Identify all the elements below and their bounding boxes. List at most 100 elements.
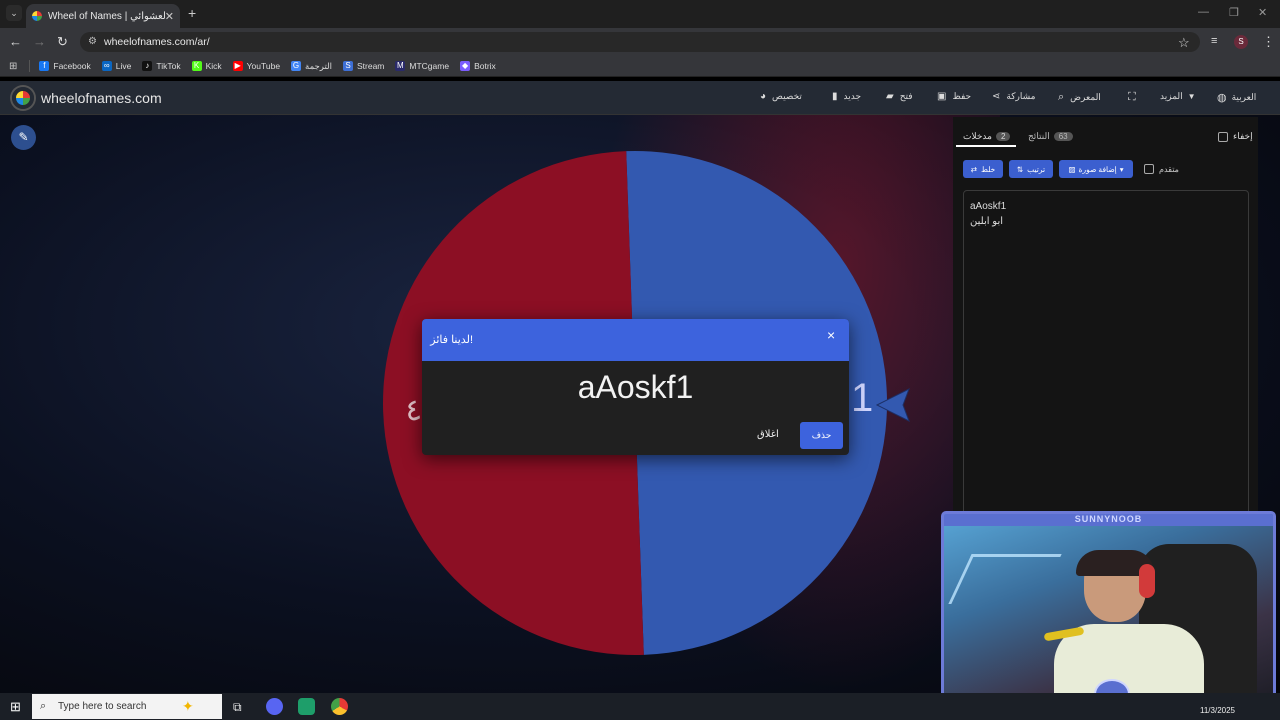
entry-line: ابو ابلين (970, 216, 1004, 227)
bookmark-favicon-icon: f (39, 61, 50, 71)
tab-results[interactable]: النتائج 63 (1028, 131, 1073, 142)
url-text: wheelofnames.com/ar/ (104, 36, 210, 48)
bookmark-item[interactable]: G الترجمة (291, 61, 332, 72)
dialog-close-icon[interactable]: × (827, 327, 835, 343)
webcam-banner: SUNNYNOOB (944, 514, 1273, 526)
hide-checkbox[interactable] (1218, 131, 1228, 142)
bookmark-label: MTCgame (409, 61, 450, 71)
bookmark-favicon-icon: K (191, 61, 202, 71)
results-count-badge: 63 (1053, 132, 1073, 141)
tab-title: Wheel of Names | سم العشوائي (48, 10, 165, 22)
bookmark-favicon-icon: G (291, 61, 302, 71)
chevron-down-icon: ▾ (1119, 164, 1124, 174)
bookmark-label: Kick (205, 61, 222, 71)
bookmark-favicon-icon: ▶ (232, 61, 243, 71)
chrome-taskbar-icon[interactable] (331, 698, 348, 715)
bookmark-favicon-icon: M (395, 61, 406, 71)
forward-icon[interactable]: → (33, 34, 46, 49)
chevron-down-icon: ▼ (1187, 92, 1196, 101)
bookmark-favicon-icon: ∞ (101, 61, 112, 71)
image-icon: ▨ (1068, 164, 1076, 174)
headphones-icon (1139, 564, 1155, 598)
fullscreen-icon[interactable]: ⛶ (1128, 91, 1136, 104)
new-tab-button[interactable]: + (188, 5, 196, 21)
shuffle-icon: ⇄ (970, 164, 978, 174)
bookmark-label: الترجمة (305, 60, 332, 71)
tab-search-icon[interactable]: ⌄ (6, 5, 22, 21)
wheel-label-right: 1 (851, 376, 873, 420)
menu-new[interactable]: ▮ جديد (832, 91, 861, 102)
close-button[interactable]: اغلاق (757, 429, 779, 440)
save-icon: ▣ (937, 91, 947, 102)
add-image-button[interactable]: ▨ إضافة صورة ▾ (1059, 160, 1133, 178)
wheel-favicon-icon (32, 11, 42, 21)
windows-start-icon[interactable]: ⊞ (10, 699, 21, 715)
bookmark-label: Facebook (53, 61, 91, 71)
bookmark-item[interactable]: ▶ YouTube (232, 61, 281, 71)
bookmark-label: Live (115, 61, 132, 71)
site-name[interactable]: wheelofnames.com (41, 90, 162, 106)
site-logo-icon[interactable] (12, 87, 34, 109)
bookmark-item[interactable]: S Stream (342, 61, 385, 71)
bookmark-star-icon[interactable]: ☆ (1178, 35, 1190, 51)
browser-tab[interactable]: Wheel of Names | سم العشوائي ✕ (26, 4, 180, 28)
site-info-icon[interactable]: ⚙ (88, 32, 97, 52)
remove-winner-button[interactable]: حذف (800, 422, 843, 449)
search-highlight-icon: ✦ (182, 698, 194, 714)
back-icon[interactable]: ← (9, 34, 22, 49)
browser-menu-icon[interactable]: ⋮ (1262, 34, 1275, 50)
menu-customize[interactable]: ◕ تخصيص (760, 91, 802, 102)
menu-gallery[interactable]: ⌕ المعرض (1058, 91, 1101, 104)
restore-icon[interactable]: ❐ (1229, 6, 1239, 19)
reload-icon[interactable]: ↻ (57, 34, 68, 50)
advanced-checkbox[interactable] (1144, 164, 1154, 174)
bookmark-item[interactable]: ◆ Botrix (460, 61, 496, 71)
bookmark-label: Stream (356, 61, 385, 71)
bookmark-favicon-icon: S (342, 61, 353, 71)
menu-open[interactable]: ▰ فتح (886, 91, 913, 102)
active-tab-indicator (956, 145, 1016, 147)
palette-icon: ◕ (760, 91, 767, 102)
menu-share[interactable]: ⋖ مشاركة (992, 91, 1035, 102)
menu-save[interactable]: ▣ حفظ (937, 91, 971, 102)
menu-more[interactable]: المزيد ▼ (1160, 91, 1196, 102)
wheel-pointer-icon (875, 387, 910, 423)
minimize-icon[interactable]: — (1198, 6, 1209, 18)
window-close-icon[interactable]: ✕ (1258, 6, 1267, 19)
menu-language[interactable]: ◍ العربية (1217, 91, 1256, 104)
dialog-title: لدينا فائز! (430, 334, 473, 346)
task-view-icon[interactable]: ⧉ (233, 700, 242, 715)
address-bar[interactable]: ⚙ wheelofnames.com/ar/ (80, 32, 1200, 52)
shuffle-button[interactable]: ⇄ خلط (963, 160, 1003, 178)
reading-list-icon[interactable]: ≡ (1211, 35, 1217, 47)
apps-grid-icon[interactable]: ⊞ (9, 61, 17, 72)
file-icon: ▮ (832, 91, 838, 102)
bookmark-item[interactable]: K Kick (191, 61, 222, 71)
bookmark-item[interactable]: ∞ Live (101, 61, 132, 71)
folder-icon: ▰ (886, 91, 894, 102)
discord-icon[interactable] (266, 698, 283, 715)
profile-avatar[interactable]: S (1234, 35, 1248, 49)
bookmark-favicon-icon: ◆ (460, 61, 471, 71)
bookmark-item[interactable]: f Facebook (39, 61, 91, 71)
bookmark-item[interactable]: M MTCgame (395, 61, 449, 71)
bookmark-label: TikTok (156, 61, 181, 71)
taskbar-date: 11/3/2025 (1200, 706, 1235, 715)
search-icon: ⌕ (1058, 91, 1065, 103)
sort-icon: ⇅ (1016, 164, 1024, 174)
tab-entries[interactable]: مدخلات 2 (963, 131, 1011, 142)
entry-line: aAoskf1 (970, 201, 1007, 212)
edit-pencil-icon[interactable]: ✎ (11, 125, 36, 150)
app-taskbar-icon[interactable] (298, 698, 315, 715)
sort-button[interactable]: ⇅ ترتيب (1009, 160, 1053, 178)
globe-icon: ◍ (1217, 92, 1227, 104)
tab-close-icon[interactable]: ✕ (165, 10, 174, 23)
bookmark-label: YouTube (246, 61, 281, 71)
hide-toggle[interactable]: إخفاء (1218, 131, 1253, 142)
taskbar-search-input[interactable]: ⌕ Type here to search ✦ (32, 694, 222, 719)
winner-name: aAoskf1 (577, 369, 694, 405)
bookmark-item[interactable]: ♪ TikTok (142, 61, 181, 71)
advanced-toggle[interactable]: متقدم (1144, 164, 1179, 174)
search-icon: ⌕ (40, 700, 47, 712)
entries-textarea[interactable]: aAoskf1 ابو ابلين (963, 190, 1249, 520)
